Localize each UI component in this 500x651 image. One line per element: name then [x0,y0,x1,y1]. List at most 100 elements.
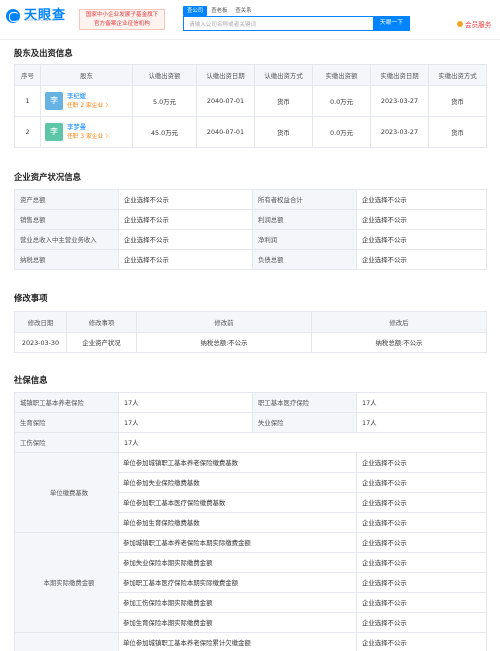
table-row: 单位参加城镇职工基本养老保险累计欠缴金额 企业选择不公示 [14,632,487,651]
change-date: 2023-03-30 [14,332,67,353]
table-row: 销售总额 企业选择不公示 利润总额 企业选择不公示 [14,209,487,230]
search-button[interactable]: 天眼一下 [373,16,410,31]
field-label: 资产总额 [14,189,119,210]
subscribed-method: 货币 [254,85,313,117]
vip-label: 会员服务 [465,21,492,29]
table-row: 工伤保险 17人 [14,432,487,453]
table-row: 本期实际缴费金额 参加城镇职工基本养老保险本期实际缴费金额 企业选择不公示 [14,532,487,633]
field-value: 企业选择不公示 [356,189,487,210]
field-label: 所有者权益合计 [252,189,357,210]
field-value: 企业选择不公示 [356,249,487,270]
field-label: 净利润 [252,229,357,250]
col-header: 认缴出资日期 [196,64,255,86]
field-value: 企业选择不公示 [356,512,487,533]
shareholder-cell: 李 李梦曼 任职 3 家企业 〉 [40,116,133,148]
col-header: 实缴出资额 [312,64,371,86]
table-row: 2023-03-30 企业资产状况 纳税总额:不公示 纳税总额:不公示 [14,332,487,353]
shareholder-name-link[interactable]: 李纪媛 [67,91,111,101]
field-value: 企业选择不公示 [118,229,253,250]
field-label: 单位参加城镇职工基本养老保险缴费基数 [118,452,357,473]
field-label: 生育保险 [14,412,119,433]
paid-method: 货币 [428,116,487,148]
field-value: 企业选择不公示 [356,452,487,473]
field-value: 企业选择不公示 [356,572,487,593]
shareholder-header-row: 序号 股东 认缴出资额 认缴出资日期 认缴出资方式 实缴出资额 实缴出资日期 实… [14,64,487,86]
field-value: 企业选择不公示 [356,592,487,613]
field-value: 企业选择不公示 [356,552,487,573]
paid-method: 货币 [428,85,487,117]
group-label-arrears [14,632,119,651]
field-label: 负债总额 [252,249,357,270]
subscribed-method: 货币 [254,116,313,148]
subscribed-amount: 45.0万元 [132,116,197,148]
shareholder-name-link[interactable]: 李梦曼 [67,122,111,132]
field-label: 参加失业保险本期实际缴费金额 [118,552,357,573]
table-row: 2 李 李梦曼 任职 3 家企业 〉 45.0万元 2040-07-01 货币 … [14,116,487,148]
field-value: 企业选择不公示 [356,492,487,513]
subscribed-amount: 5.0万元 [132,85,197,117]
tab-relation[interactable]: 查关系 [231,6,255,16]
col-header: 序号 [14,64,41,86]
col-header: 修改前 [136,311,312,333]
field-label: 参加职工基本医疗保险本期实际缴费金额 [118,572,357,593]
row-number: 2 [14,116,41,148]
col-header: 股东 [40,64,133,86]
paid-date: 2023-03-27 [370,116,429,148]
col-header: 认缴出资额 [132,64,197,86]
shareholder-companies-link[interactable]: 任职 3 家企业 〉 [67,132,111,142]
avatar: 李 [45,123,63,141]
row-number: 1 [14,85,41,117]
field-label: 销售总额 [14,209,119,230]
tab-company[interactable]: 查公司 [183,6,208,16]
avatar: 李 [45,92,63,110]
table-row: 1 李 李纪媛 任职 2 家企业 〉 5.0万元 2040-07-01 货币 0… [14,85,487,117]
logo-eye-icon [6,9,20,23]
table-row: 资产总额 企业选择不公示 所有者权益合计 企业选择不公示 [14,189,487,210]
col-header: 实缴出资方式 [428,64,487,86]
col-header: 实缴出资日期 [370,64,429,86]
field-value: 17人 [118,432,487,453]
change-before: 纳税总额:不公示 [136,332,312,353]
field-value: 企业选择不公示 [356,532,487,553]
table-row: 生育保险 17人 失业保险 17人 [14,412,487,433]
shareholder-companies-link[interactable]: 任职 2 家企业 〉 [67,101,111,111]
table-row: 城镇职工基本养老保险 17人 职工基本医疗保险 17人 [14,392,487,413]
field-label: 单位参加城镇职工基本养老保险累计欠缴金额 [118,632,357,651]
field-label: 职工基本医疗保险 [252,392,357,413]
asset-table: 资产总额 企业选择不公示 所有者权益合计 企业选择不公示 销售总额 企业选择不公… [14,189,487,270]
group-label-unit-base: 单位缴费基数 [14,452,119,533]
field-label: 城镇职工基本养老保险 [14,392,119,413]
field-label: 单位参加职工基本医疗保险缴费基数 [118,492,357,513]
vip-service-link[interactable]: 会员服务 [457,19,491,29]
table-row: 纳税总额 企业选择不公示 负债总额 企业选择不公示 [14,249,487,270]
field-label: 参加城镇职工基本养老保险本期实际缴费金额 [118,532,357,553]
field-value: 企业选择不公示 [118,209,253,230]
section-title-changes: 修改事项 [14,293,48,303]
change-item: 企业资产状况 [66,332,137,353]
col-header: 修改事项 [66,311,137,333]
paid-amount: 0.0万元 [312,116,371,148]
shareholder-table: 序号 股东 认缴出资额 认缴出资日期 认缴出资方式 实缴出资额 实缴出资日期 实… [14,64,487,148]
field-label: 失业保险 [252,412,357,433]
tab-boss[interactable]: 查老板 [207,6,231,16]
col-header: 修改日期 [14,311,67,333]
badge-line-2: 官方备案企业征信机构 [94,21,150,27]
table-row: 营业总收入中主营业务收入 企业选择不公示 净利润 企业选择不公示 [14,229,487,250]
subscribed-date: 2040-07-01 [196,116,255,148]
field-value: 企业选择不公示 [118,189,253,210]
vip-icon [457,21,463,27]
field-value: 企业选择不公示 [356,209,487,230]
section-title-assets: 企业资产状况信息 [14,172,81,182]
badge-line-1: 国家中小企业发展子基金旗下 [85,12,159,18]
field-value: 17人 [118,392,253,413]
certification-badge: 国家中小企业发展子基金旗下 官方备案企业征信机构 [79,9,165,30]
col-header: 认缴出资方式 [254,64,313,86]
field-value: 企业选择不公示 [356,632,487,651]
group-label-actual-payment: 本期实际缴费金额 [14,532,119,633]
search-input[interactable]: 请输入公司名称或者关键词 [183,16,373,31]
search-tabs: 查公司 查老板 查关系 [183,6,256,16]
paid-date: 2023-03-27 [370,85,429,117]
field-value: 企业选择不公示 [356,229,487,250]
section-title-shareholders: 股东及出资信息 [14,48,73,58]
change-header-row: 修改日期 修改事项 修改前 修改后 [14,311,487,333]
